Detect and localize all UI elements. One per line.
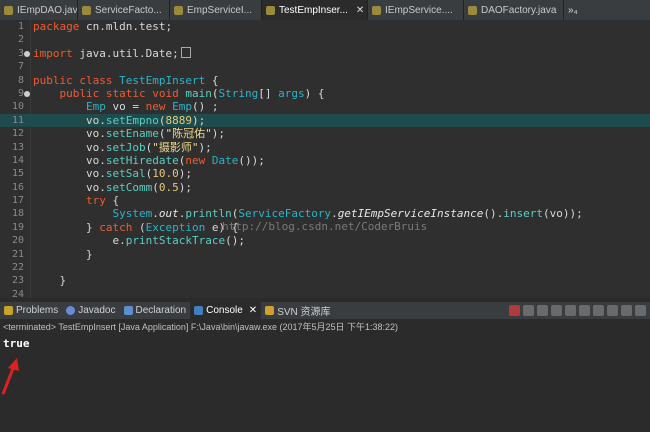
- fold-expand-icon[interactable]: [24, 50, 30, 57]
- display-console-icon[interactable]: [593, 305, 604, 316]
- pin-console-icon[interactable]: [579, 305, 590, 316]
- code-line: 16 vo.setComm(0.5);: [11, 180, 192, 194]
- tab-daofactory[interactable]: DAOFactory.java: [464, 0, 564, 20]
- java-file-icon: [372, 5, 381, 15]
- watermark-text: http://blog.csdn.net/CoderBruis: [222, 220, 428, 233]
- code-line: 21 }: [11, 247, 93, 261]
- tab-testempinsert[interactable]: TestEmpInser... ✕: [262, 0, 368, 20]
- red-arrow-annotation: [1, 358, 19, 395]
- tab-declaration[interactable]: Declaration: [120, 302, 191, 319]
- remove-all-icon[interactable]: [537, 305, 548, 316]
- code-line: 2: [17, 34, 24, 46]
- tab-javadoc[interactable]: Javadoc: [62, 302, 119, 319]
- code-line: 9 public static void main(String[] args)…: [17, 86, 325, 100]
- view-tab-bar: Problems Javadoc Declaration Console ✕ SV…: [0, 302, 650, 319]
- tab-empserviceimpl[interactable]: EmpServiceI...: [170, 0, 262, 20]
- code-line: 10 Emp vo = new Emp() ;: [11, 100, 219, 114]
- console-status: <terminated> TestEmpInsert [Java Applica…: [0, 320, 650, 334]
- tab-problems[interactable]: Problems: [0, 302, 62, 319]
- code-line: 7: [17, 61, 24, 73]
- problems-icon: [4, 306, 13, 315]
- javadoc-icon: [66, 306, 76, 315]
- remove-launch-icon[interactable]: [523, 305, 534, 316]
- code-line: 23 }: [11, 274, 67, 288]
- tab-iempservice[interactable]: IEmpService....: [368, 0, 464, 20]
- fold-collapse-icon[interactable]: [24, 90, 30, 97]
- tab-servicefactory[interactable]: ServiceFacto...: [78, 0, 170, 20]
- scroll-lock-icon[interactable]: [565, 305, 576, 316]
- code-line: 18 System.out.println(ServiceFactory.get…: [11, 207, 583, 221]
- svn-icon: [265, 306, 275, 315]
- code-lines: 1 package cn.mldn.test; 2 3 import java.ut…: [0, 20, 650, 298]
- java-file-icon: [266, 5, 275, 15]
- code-line: 20 e.printStackTrace();: [11, 234, 245, 248]
- code-line: 8 public class TestEmpInsert {: [17, 73, 219, 87]
- code-line: 22: [11, 262, 24, 274]
- console-output-area[interactable]: true: [0, 334, 650, 432]
- code-editor[interactable]: 1 package cn.mldn.test; 2 3 import java.ut…: [0, 20, 650, 298]
- code-line: 3 import java.util.Date;: [0, 46, 650, 60]
- console-toolbar: [506, 305, 650, 316]
- close-tab-icon[interactable]: ✕: [356, 5, 364, 16]
- editor-tab-bar: IEmpDAO.java ServiceFacto... EmpServiceI…: [0, 0, 650, 20]
- close-console-icon[interactable]: ✕: [249, 305, 257, 316]
- clear-console-icon[interactable]: [551, 305, 562, 316]
- java-file-icon: [468, 5, 477, 15]
- current-line: 11 vo.setEmpno(8889);: [0, 113, 650, 128]
- code-line: 12 vo.setEname("陈冠佑");: [11, 127, 225, 141]
- code-line: 13 vo.setJob("摄影师");: [11, 140, 212, 154]
- open-console-icon[interactable]: [607, 305, 618, 316]
- declaration-icon: [123, 306, 133, 315]
- maximize-icon[interactable]: [635, 305, 646, 316]
- code-line: 17 try {: [11, 194, 120, 208]
- java-file-icon: [4, 5, 13, 15]
- console-icon: [194, 306, 204, 315]
- code-line: 24: [11, 288, 24, 298]
- terminate-icon[interactable]: [509, 305, 520, 316]
- code-line: 15 vo.setSal(10.0);: [11, 167, 192, 181]
- tab-svn-repository[interactable]: SVN 资源库: [261, 302, 334, 319]
- java-file-icon: [82, 5, 91, 15]
- tab-console[interactable]: Console ✕: [190, 302, 262, 319]
- code-line: 14 vo.setHiredate(new Date());: [11, 153, 265, 167]
- tab-iempdao[interactable]: IEmpDAO.java: [0, 0, 78, 20]
- minimize-icon[interactable]: [621, 305, 632, 316]
- code-line: 1 package cn.mldn.test;: [17, 20, 173, 33]
- java-file-icon: [174, 5, 183, 15]
- folded-region-icon[interactable]: [180, 46, 191, 58]
- more-tabs-button[interactable]: »₄: [564, 0, 594, 20]
